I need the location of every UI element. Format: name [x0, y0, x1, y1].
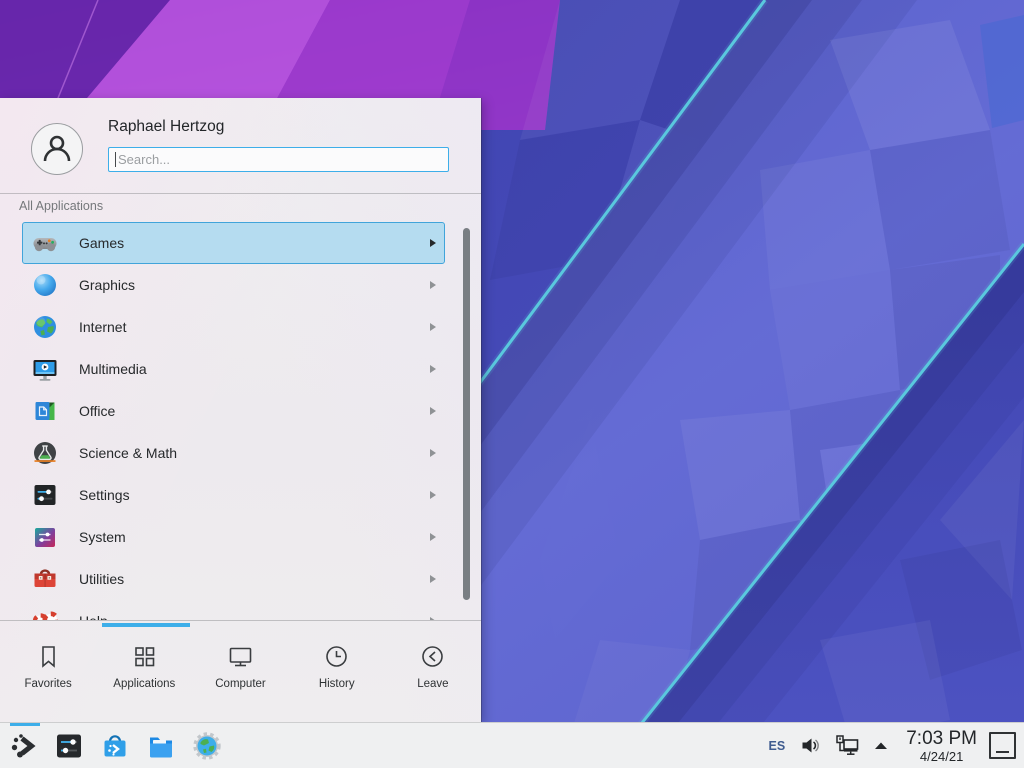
leave-icon: [419, 643, 446, 670]
submenu-arrow-icon: [430, 281, 436, 289]
clock-time: 7:03 PM: [906, 729, 977, 748]
web-browser-icon[interactable]: [192, 731, 222, 761]
desktop: Raphael Hertzog All Applications: [0, 0, 1024, 768]
header-divider: [0, 193, 481, 194]
menu-item-games[interactable]: Games: [22, 222, 445, 264]
user-icon: [40, 132, 74, 166]
menu-item-help[interactable]: Help: [22, 600, 445, 620]
application-launcher-button[interactable]: [8, 723, 42, 768]
menu-item-multimedia[interactable]: Multimedia: [22, 348, 445, 390]
application-category-list: Games Graphics: [0, 220, 481, 620]
menu-item-settings[interactable]: Settings: [22, 474, 445, 516]
menu-item-label: Games: [79, 235, 124, 251]
clock-icon: [323, 643, 350, 670]
utilities-icon: [32, 566, 58, 592]
submenu-arrow-icon: [430, 575, 436, 583]
discover-icon[interactable]: [100, 731, 130, 761]
menu-item-label: Help: [79, 613, 108, 620]
search-input[interactable]: [108, 147, 449, 172]
submenu-arrow-icon: [430, 449, 436, 457]
active-task-indicator: [10, 723, 40, 726]
tabbar-divider: [0, 620, 481, 621]
section-label: All Applications: [19, 199, 103, 213]
menu-item-system[interactable]: System: [22, 516, 445, 558]
menu-item-office[interactable]: Office: [22, 390, 445, 432]
kickoff-tabbar: Favorites Applications Computer: [0, 628, 481, 722]
expand-caret-icon[interactable]: [874, 741, 888, 750]
application-launcher-icon: [10, 731, 40, 761]
grid-icon: [131, 643, 158, 670]
scrollbar-thumb[interactable]: [463, 228, 470, 600]
network-icon[interactable]: [835, 734, 860, 757]
menu-item-label: Multimedia: [79, 361, 147, 377]
tab-label: History: [319, 678, 355, 690]
volume-icon[interactable]: [800, 735, 821, 756]
tab-label: Leave: [417, 678, 448, 690]
text-cursor: [115, 152, 116, 167]
tab-leave[interactable]: Leave: [385, 628, 481, 722]
tab-label: Applications: [113, 678, 175, 690]
user-name: Raphael Hertzog: [108, 118, 224, 136]
help-icon: [32, 608, 58, 620]
graphics-icon: [32, 272, 58, 298]
bookmark-icon: [35, 643, 62, 670]
submenu-arrow-icon: [430, 407, 436, 415]
submenu-arrow-icon: [430, 239, 436, 247]
tab-label: Favorites: [24, 678, 71, 690]
monitor-icon: [227, 643, 254, 670]
tab-applications[interactable]: Applications: [96, 628, 192, 722]
digital-clock[interactable]: 7:03 PM 4/24/21: [906, 729, 977, 763]
multimedia-icon: [32, 356, 58, 382]
taskbar-panel: ES: [0, 722, 1024, 768]
office-icon: [32, 398, 58, 424]
submenu-arrow-icon: [430, 491, 436, 499]
settings-icon: [32, 482, 58, 508]
menu-item-label: Internet: [79, 319, 126, 335]
tab-favorites[interactable]: Favorites: [0, 628, 96, 722]
clock-date: 4/24/21: [906, 750, 977, 763]
menu-item-label: Utilities: [79, 571, 124, 587]
show-desktop-button[interactable]: [989, 732, 1016, 759]
games-icon: [32, 230, 58, 256]
system-tray: ES: [769, 729, 1016, 763]
submenu-arrow-icon: [430, 323, 436, 331]
application-launcher-popup: Raphael Hertzog All Applications: [0, 98, 481, 722]
science-icon: [32, 440, 58, 466]
submenu-arrow-icon: [430, 533, 436, 541]
tab-label: Computer: [215, 678, 266, 690]
menu-item-graphics[interactable]: Graphics: [22, 264, 445, 306]
submenu-arrow-icon: [430, 365, 436, 373]
keyboard-layout-indicator[interactable]: ES: [769, 739, 786, 753]
menu-item-label: Science & Math: [79, 445, 177, 461]
menu-item-utilities[interactable]: Utilities: [22, 558, 445, 600]
file-manager-icon[interactable]: [146, 731, 176, 761]
menu-item-label: Graphics: [79, 277, 135, 293]
active-tab-indicator: [102, 623, 190, 627]
tab-computer[interactable]: Computer: [192, 628, 288, 722]
system-settings-icon[interactable]: [54, 731, 84, 761]
system-icon: [32, 524, 58, 550]
tab-history[interactable]: History: [289, 628, 385, 722]
menu-item-science-math[interactable]: Science & Math: [22, 432, 445, 474]
user-avatar[interactable]: [31, 123, 83, 175]
search-field-wrap: [108, 147, 449, 172]
menu-item-label: Settings: [79, 487, 130, 503]
menu-item-internet[interactable]: Internet: [22, 306, 445, 348]
menu-item-label: Office: [79, 403, 115, 419]
internet-icon: [32, 314, 58, 340]
menu-item-label: System: [79, 529, 126, 545]
